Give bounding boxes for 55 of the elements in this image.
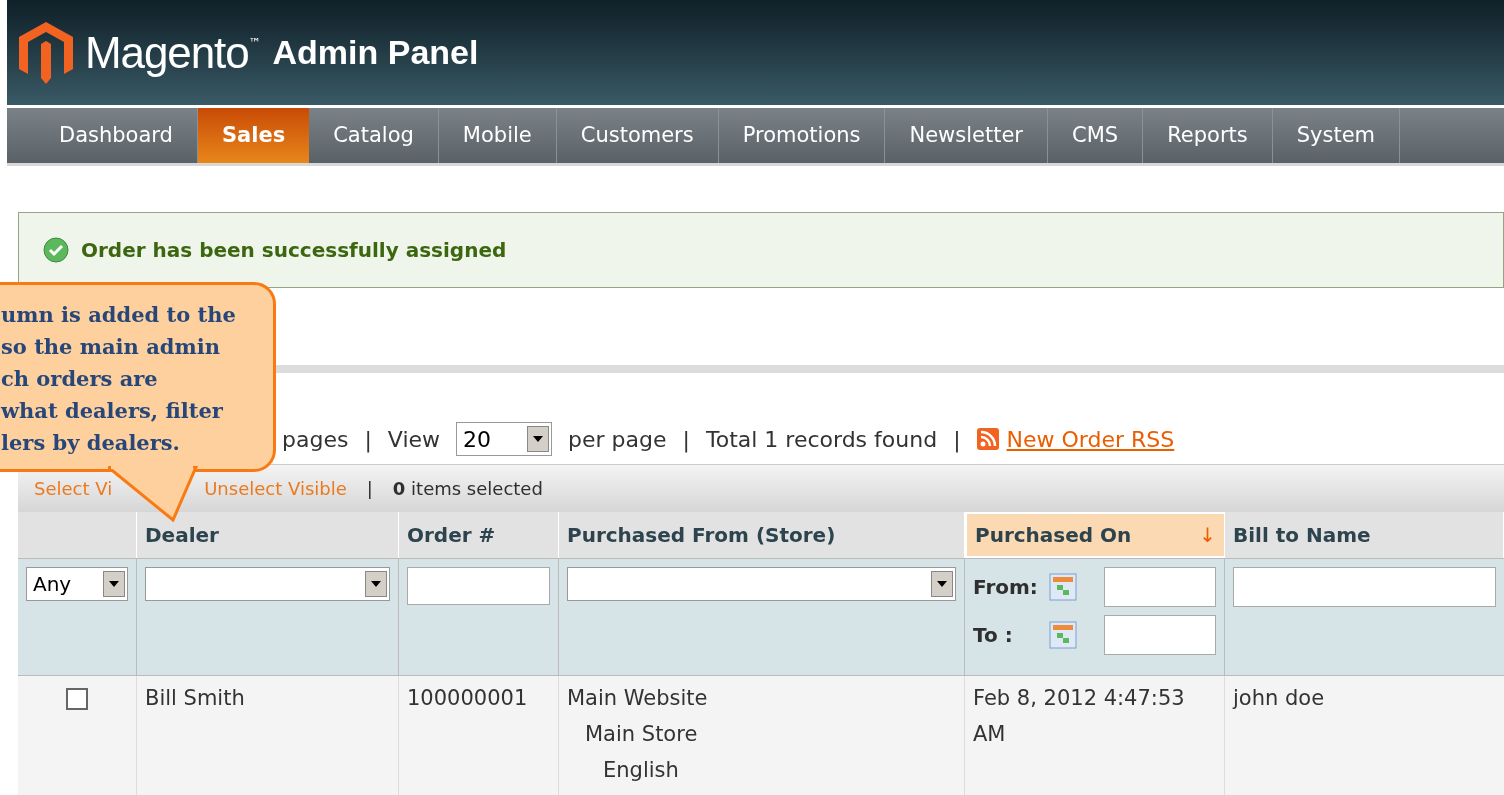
dropdown-button[interactable] [931,571,953,597]
separator: | [366,477,373,501]
logo-icon [19,21,73,84]
table-cell: Feb 8, 2012 4:47:53 AM [973,686,1185,746]
separator: | [682,425,690,455]
callout: umn is added to the so the main admin ch orders are what dealers, filter lers by dealers. [0,282,276,472]
nav-tab[interactable]: Dashboard [35,108,198,163]
to-label: To : [973,622,1014,649]
from-label: From: [973,574,1039,601]
per-page-select[interactable]: 20 [456,422,553,456]
view-label: View [387,425,441,454]
bill-to-filter-field[interactable] [1233,567,1496,607]
records-count: Total 1 records found [705,425,938,454]
pager-text: pages [282,425,349,454]
logo-text: Magento [85,26,249,79]
nav-tab[interactable]: Promotions [718,108,886,163]
order-filter-field[interactable] [407,567,550,605]
dropdown-button[interactable] [527,426,550,452]
dropdown-button[interactable] [103,571,125,597]
nav-tab[interactable]: Reports [1143,108,1273,163]
row-checkbox[interactable] [66,688,88,710]
to-date-field[interactable] [1104,615,1216,655]
panel-title: Admin Panel [272,32,479,73]
from-date-field[interactable] [1104,567,1216,607]
nav-tab[interactable]: Mobile [438,108,557,163]
table-cell-text: English [603,757,679,784]
dropdown-button[interactable] [365,571,387,597]
separator: | [953,425,961,455]
table-cell: 100000001 [407,686,528,710]
nav-tab[interactable]: System [1272,108,1400,163]
table-cell-text: Main Website [567,685,708,712]
calendar-icon[interactable] [1049,573,1077,601]
table-cell: Bill Smith [145,686,245,710]
nav-tab[interactable]: Customers [556,108,719,163]
caret-icon [533,436,544,442]
massaction-filter-select[interactable]: Any [26,567,128,601]
nav-tab[interactable]: Catalog [309,108,439,163]
nav-tab[interactable]: CMS [1048,108,1144,163]
table-cell: john doe [1233,686,1325,710]
nav-tab[interactable]: Sales [197,108,310,163]
selected-count: 0 items selected [392,477,543,501]
calendar-icon[interactable] [1049,621,1077,649]
column-header[interactable]: Purchased On ↓ [965,512,1225,558]
caret-icon [109,581,119,587]
rss-link[interactable]: New Order RSS [1006,422,1175,456]
caret-icon [371,581,381,587]
caret-icon [937,581,947,587]
nav-tab[interactable]: Newsletter [885,108,1048,163]
check-icon [43,237,69,263]
table-cell-text: Main Store [585,721,698,748]
rss-icon [976,428,999,450]
separator: | [364,425,372,455]
trademark: ™ [248,34,261,52]
per-page-label: per page [568,425,667,454]
message-text: Order has been successfully assigned [81,237,507,264]
